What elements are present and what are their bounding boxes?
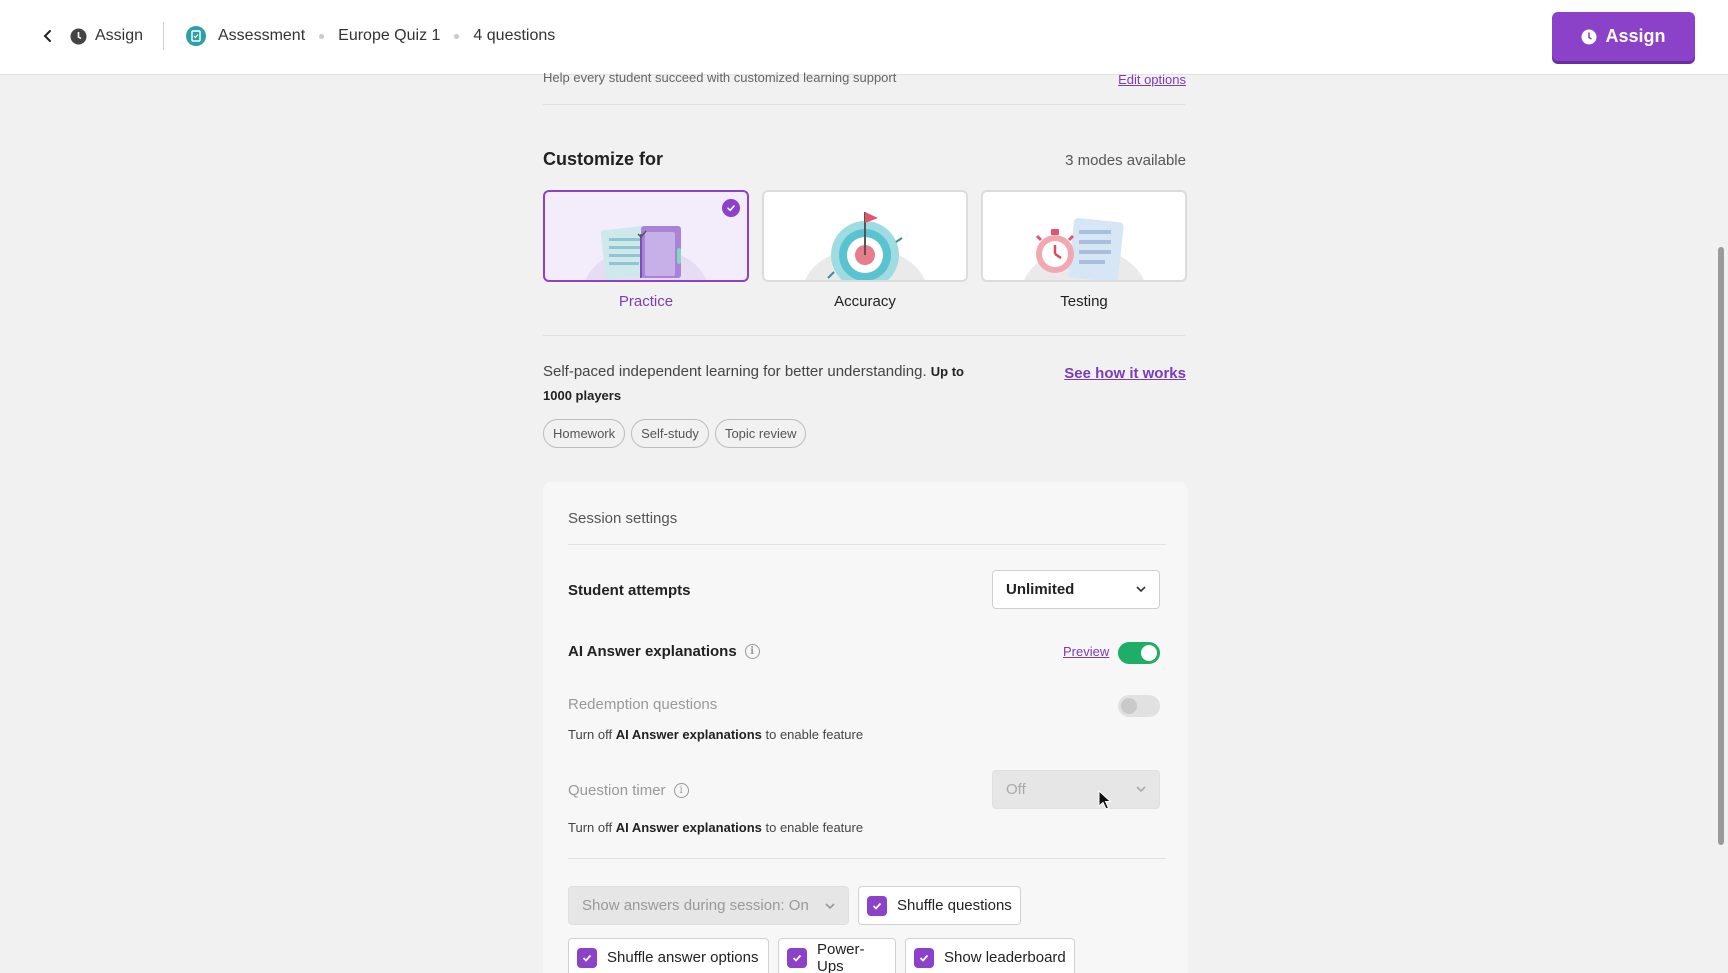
mode-card-accuracy[interactable] — [762, 190, 968, 282]
tag-chip: Self-study — [631, 419, 709, 448]
tag-chip: Topic review — [714, 419, 807, 448]
preview-link[interactable]: Preview — [1063, 644, 1109, 659]
checkbox-checked-icon[interactable] — [867, 895, 887, 916]
help-text: Help every student succeed with customiz… — [543, 70, 897, 85]
info-icon[interactable]: i — [673, 783, 689, 798]
checkbox-checked-icon[interactable] — [787, 947, 807, 968]
timer-note: Turn off AI Answer explanations to enabl… — [568, 820, 863, 835]
mode-description-text: Self-paced independent learning for bett… — [543, 363, 927, 380]
assessment-icon — [186, 26, 206, 46]
ai-explanations-label: AI Answer explanations — [568, 643, 737, 660]
customize-title: Customize for — [543, 149, 664, 169]
note-suffix: to enable feature — [765, 820, 864, 835]
redemption-questions-label: Redemption questions — [568, 696, 718, 713]
show-answers-select[interactable]: Show answers during session: On — [568, 886, 849, 925]
chevron-left-icon — [43, 30, 51, 42]
question-timer-select[interactable]: Off — [992, 770, 1160, 809]
tag-list: Homework Self-study Topic review — [543, 419, 807, 448]
selected-check-icon — [722, 199, 740, 217]
checkbox-checked-icon[interactable] — [577, 947, 597, 968]
breadcrumb-assessment: Assessment — [218, 27, 306, 44]
breadcrumb-assign-label: Assign — [95, 27, 144, 44]
redemption-note: Turn off AI Answer explanations to enabl… — [568, 727, 863, 742]
tag-chip: Homework — [543, 419, 626, 448]
power-ups-option[interactable]: Power-Ups — [778, 938, 896, 973]
breadcrumb: Assessment Europe Quiz 1 4 questions — [186, 24, 555, 48]
mode-label-testing: Testing — [1060, 293, 1108, 310]
testing-illustration — [1024, 217, 1144, 280]
divider — [568, 858, 1166, 859]
separator-dot — [319, 33, 325, 39]
question-timer-value: Off — [1006, 781, 1026, 798]
show-leaderboard-label: Show leaderboard — [944, 949, 1066, 966]
breadcrumb-question-count: 4 questions — [473, 27, 556, 44]
mode-card-practice[interactable] — [543, 190, 749, 282]
edit-options-link[interactable]: Edit options — [1118, 72, 1186, 87]
toggle-knob — [1121, 698, 1137, 714]
show-leaderboard-option[interactable]: Show leaderboard — [905, 938, 1075, 973]
mouse-cursor-icon — [1098, 790, 1112, 810]
info-icon[interactable]: i — [744, 644, 760, 659]
divider — [543, 335, 1185, 336]
mode-label-practice: Practice — [618, 293, 674, 310]
note-suffix: to enable feature — [765, 727, 864, 742]
shuffle-answers-option[interactable]: Shuffle answer options — [568, 938, 769, 973]
power-ups-label: Power-Ups — [817, 940, 865, 973]
chevron-down-icon — [1136, 786, 1146, 793]
breadcrumb-assign[interactable]: Assign — [70, 24, 143, 48]
checkbox-checked-icon[interactable] — [914, 947, 934, 968]
divider — [543, 104, 1185, 105]
session-settings-title: Session settings — [568, 510, 678, 527]
toggle-knob — [1141, 645, 1157, 661]
mode-label-accuracy: Accuracy — [834, 293, 896, 310]
redemption-questions-toggle[interactable] — [1118, 695, 1160, 717]
student-attempts-value: Unlimited — [1006, 581, 1075, 598]
practice-illustration — [585, 226, 707, 280]
shuffle-answers-label: Shuffle answer options — [607, 949, 759, 966]
student-attempts-label: Student attempts — [568, 582, 691, 599]
clock-icon — [70, 28, 87, 44]
assign-button-label: Assign — [1605, 26, 1666, 46]
question-timer-label: Question timer — [568, 782, 666, 799]
clock-icon — [1581, 29, 1597, 44]
back-button[interactable] — [36, 24, 60, 48]
see-how-it-works-link[interactable]: See how it works — [1064, 365, 1186, 382]
accuracy-illustration — [805, 212, 925, 280]
assign-button[interactable]: Assign — [1552, 12, 1695, 61]
note-prefix: Turn off — [568, 727, 613, 742]
scrollbar-thumb[interactable] — [1718, 247, 1724, 845]
mode-description: Self-paced independent learning for bett… — [543, 360, 973, 408]
note-bold: AI Answer explanations — [615, 727, 762, 742]
show-answers-label: Show answers during session: On — [582, 897, 809, 914]
separator-dot — [454, 33, 460, 39]
top-bar: Assign Assessment Europe Quiz 1 4 questi… — [0, 0, 1728, 75]
session-settings-card: Session settings Student attempts Unlimi… — [543, 482, 1188, 973]
note-prefix: Turn off — [568, 820, 613, 835]
shuffle-questions-option[interactable]: Shuffle questions — [858, 886, 1021, 925]
chevron-down-icon — [1136, 586, 1146, 593]
mode-card-testing[interactable] — [981, 190, 1187, 282]
note-bold: AI Answer explanations — [615, 820, 762, 835]
chevron-down-icon — [825, 903, 835, 910]
student-attempts-select[interactable]: Unlimited — [992, 570, 1160, 609]
divider — [568, 544, 1166, 545]
ai-explanations-toggle[interactable] — [1118, 642, 1160, 664]
breadcrumb-divider — [163, 22, 164, 50]
ai-explanations-row: AI Answer explanations i — [568, 643, 760, 660]
question-timer-row: Question timer i — [568, 782, 689, 799]
modes-available: 3 modes available — [1065, 152, 1186, 169]
breadcrumb-quiz-name: Europe Quiz 1 — [338, 27, 441, 44]
shuffle-questions-label: Shuffle questions — [897, 897, 1012, 914]
